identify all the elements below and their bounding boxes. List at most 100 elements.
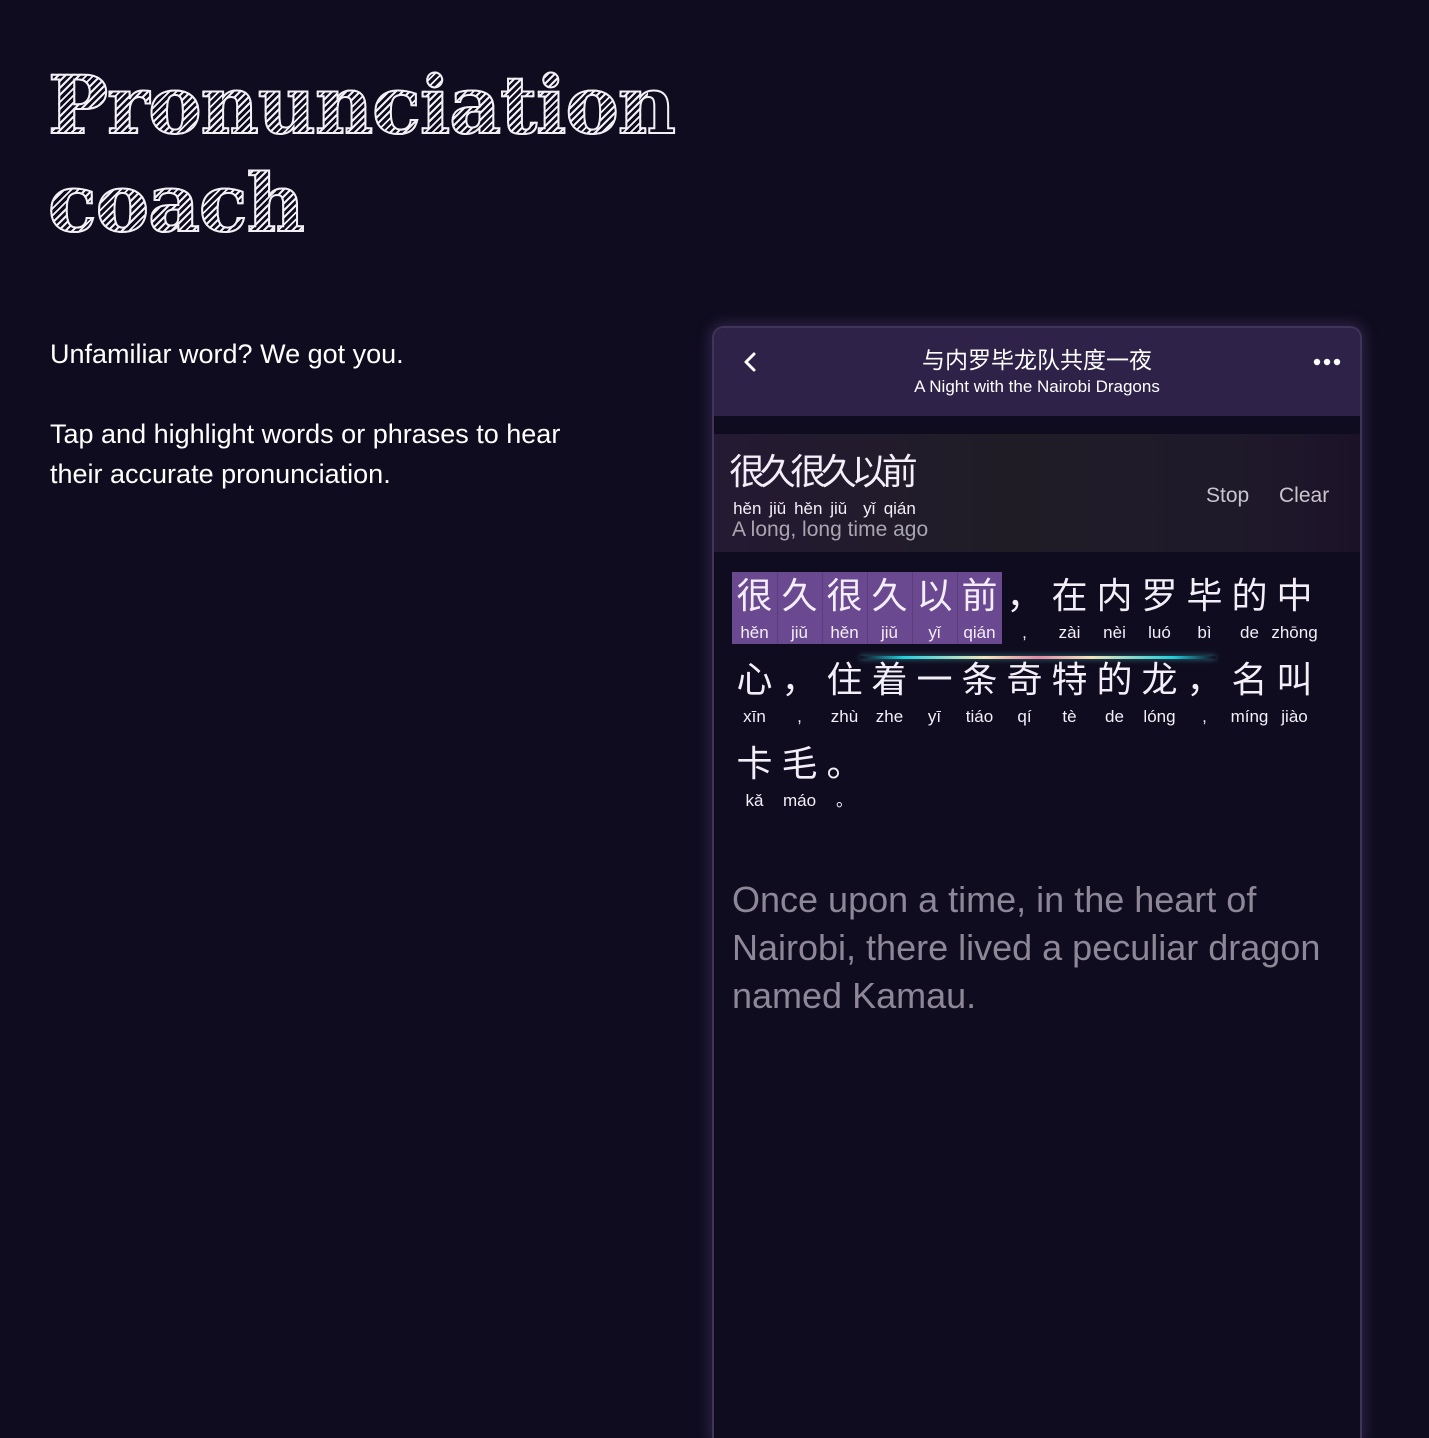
pinyin: lóng	[1143, 707, 1176, 726]
hanzi: 龙	[1141, 660, 1178, 701]
character[interactable]: ，,	[1002, 572, 1047, 644]
character[interactable]: ，,	[1182, 656, 1227, 728]
hanzi: 毕	[1186, 576, 1223, 617]
story-title-english: A Night with the Nairobi Dragons	[914, 377, 1160, 396]
pinyin: jiǔ	[880, 623, 898, 642]
app-header: 与内罗毕龙队共度一夜 A Night with the Nairobi Drag…	[714, 328, 1360, 416]
character-highlighted[interactable]: 前 qián	[957, 572, 1002, 644]
pinyin: xīn	[743, 707, 766, 726]
pinyin: ,	[797, 707, 802, 726]
character-highlighted[interactable]: 很 hěn	[732, 572, 777, 644]
pinyin: jiǔ	[790, 623, 808, 642]
character[interactable]: 在 zài	[1047, 572, 1092, 644]
pinyin: de	[1105, 707, 1124, 726]
pinyin: hěn	[733, 499, 762, 518]
selected-character: 以 yǐ	[851, 448, 887, 520]
pinyin: 。	[836, 791, 853, 810]
selection-panel: 很 hěn 久 jiǔ 很 hěn 久 jiǔ 以 yǐ 前 qián A long, long ti…	[714, 434, 1360, 659]
character[interactable]: 着 zhe	[867, 656, 912, 728]
character[interactable]: 中 zhōng	[1271, 572, 1317, 644]
pinyin: qián	[883, 499, 916, 518]
pinyin: luó	[1148, 623, 1171, 642]
pinyin: tè	[1062, 707, 1077, 726]
pinyin: jiǔ	[769, 499, 787, 518]
selected-character: 前 qián	[882, 448, 918, 520]
pinyin: bì	[1197, 623, 1212, 642]
character-highlighted[interactable]: 久 jiǔ	[777, 572, 822, 644]
pinyin: yǐ	[863, 499, 876, 518]
selected-character: 久 jiǔ	[760, 448, 796, 520]
character[interactable]: 罗 luó	[1137, 572, 1182, 644]
character[interactable]: ，,	[777, 656, 822, 728]
pinyin: yī	[927, 707, 942, 726]
pinyin: zhù	[830, 707, 859, 726]
character[interactable]: 内 nèi	[1092, 572, 1137, 644]
hanzi: 罗	[1141, 576, 1178, 617]
pinyin: tiáo	[965, 707, 994, 726]
hanzi: 内	[1096, 576, 1133, 617]
hero-title: Pronunciation coach	[47, 56, 677, 252]
story-translation: Once upon a time, in the heart of Nairob…	[732, 879, 1321, 1016]
more-options-button[interactable]	[1312, 350, 1342, 374]
character[interactable]: 。。	[822, 740, 867, 812]
character-highlighted[interactable]: 以 yǐ	[912, 572, 957, 644]
pinyin: qí	[1017, 707, 1032, 726]
back-button[interactable]	[736, 348, 764, 376]
character[interactable]: 奇 qí	[1002, 656, 1047, 728]
hanzi: 奇	[1006, 660, 1043, 701]
hanzi: 以	[916, 576, 953, 617]
hanzi: 住	[826, 660, 863, 701]
hanzi: 前	[961, 576, 998, 617]
clear-button[interactable]: Clear	[1279, 484, 1329, 508]
hanzi: 名	[1231, 660, 1268, 701]
hanzi: ，	[1006, 576, 1043, 617]
pinyin: jiào	[1281, 707, 1308, 726]
pinyin: ,	[1202, 707, 1207, 726]
pinyin: hěn	[794, 499, 823, 518]
hero-title-line1: Pronunciation	[47, 57, 677, 153]
text-line: 心 xīn，, 住 zhù 着 zhe 一 yī 条 tiáo 奇 qí 特 tè 的 de 龙 lóng，, 名 m…	[732, 656, 1342, 740]
hero-body: Tap and highlight words or phrases to he…	[50, 419, 561, 489]
pinyin: zhe	[875, 707, 904, 726]
character[interactable]: 毕 bì	[1182, 572, 1227, 644]
hanzi: ，	[1186, 660, 1223, 701]
character[interactable]: 的 de	[1092, 656, 1137, 728]
pinyin: qián	[963, 623, 996, 642]
character[interactable]: 卡 kǎ	[732, 740, 777, 812]
pinyin: de	[1240, 623, 1259, 642]
stop-button[interactable]: Stop	[1206, 484, 1249, 508]
hanzi: 着	[871, 660, 908, 701]
character[interactable]: 心 xīn	[732, 656, 777, 728]
text-line: 卡 kǎ 毛 máo。。	[732, 740, 1342, 824]
hanzi: 心	[736, 660, 773, 701]
character[interactable]: 条 tiáo	[957, 656, 1002, 728]
pinyin: hěn	[740, 623, 769, 642]
character[interactable]: 名 míng	[1227, 656, 1272, 728]
character[interactable]: 叫 jiào	[1272, 656, 1317, 728]
hanzi: 一	[916, 660, 953, 701]
pinyin: hěn	[830, 623, 859, 642]
pinyin: jiǔ	[830, 499, 848, 518]
hanzi: 。	[826, 744, 863, 785]
selected-character: 久 jiǔ	[821, 448, 857, 520]
character[interactable]: 的 de	[1227, 572, 1272, 644]
hanzi: 特	[1051, 660, 1088, 701]
character[interactable]: 龙 lóng	[1137, 656, 1182, 728]
pinyin: máo	[782, 791, 817, 810]
hanzi: 条	[961, 660, 998, 701]
more-horizontal-icon	[1313, 358, 1341, 366]
hanzi: 很	[826, 576, 863, 617]
character[interactable]: 住 zhù	[822, 656, 867, 728]
hanzi: 毛	[781, 744, 818, 785]
story-title-chinese: 与内罗毕龙队共度一夜	[922, 348, 1152, 374]
character[interactable]: 特 tè	[1047, 656, 1092, 728]
selected-translation: A long, long time ago	[732, 518, 929, 541]
selected-character: 很 hěn	[790, 448, 826, 520]
character[interactable]: 一 yī	[912, 656, 957, 728]
character-highlighted[interactable]: 很 hěn	[822, 572, 867, 644]
character[interactable]: 毛 máo	[777, 740, 822, 812]
character-highlighted[interactable]: 久 jiǔ	[867, 572, 912, 644]
hero-tagline: Unfamiliar word? We got you.	[50, 339, 404, 369]
hanzi: 久	[871, 576, 908, 617]
hanzi: 卡	[736, 744, 773, 785]
